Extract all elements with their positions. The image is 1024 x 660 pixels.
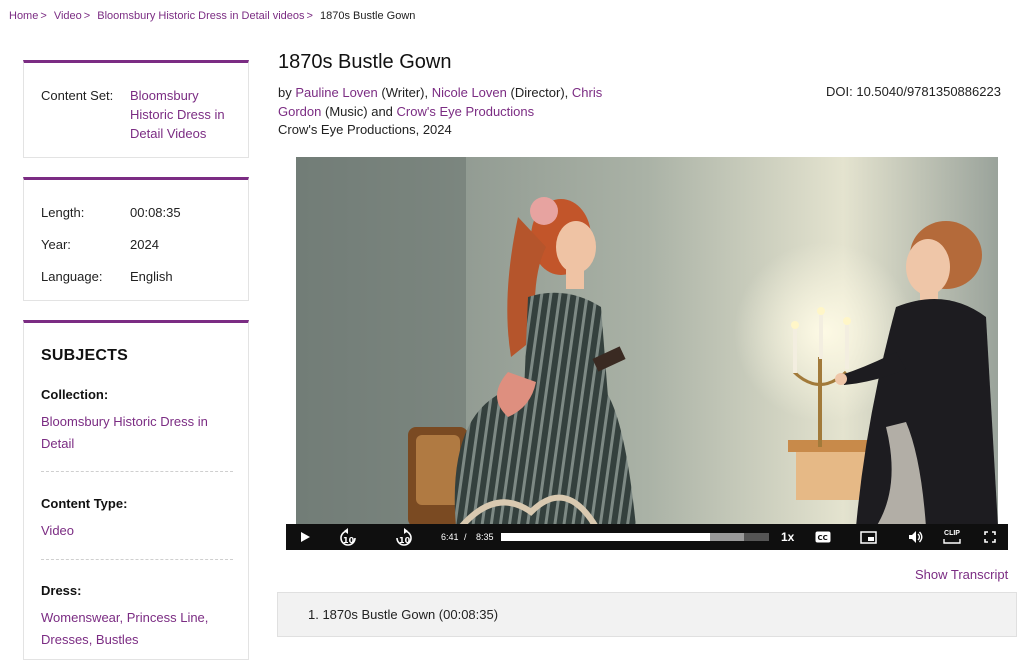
- captions-button[interactable]: CC: [814, 524, 832, 550]
- content-type-label: Content Type:: [41, 496, 128, 511]
- progress-track[interactable]: [501, 533, 769, 541]
- content-set-link[interactable]: Bloomsbury Historic Dress in Detail Vide…: [130, 86, 242, 143]
- language-label: Language:: [41, 269, 103, 284]
- dress-link-bustles[interactable]: Bustles: [96, 632, 139, 647]
- play-button[interactable]: [294, 524, 316, 550]
- year-label: Year:: [41, 237, 71, 252]
- fullscreen-button[interactable]: [982, 524, 998, 550]
- closed-captions-icon: CC: [815, 531, 831, 543]
- current-time: 6:41: [441, 532, 459, 542]
- volume-button[interactable]: [906, 524, 926, 550]
- video-frame: [296, 157, 998, 527]
- video-controls: 10 10 6:41 / 8:35 1x CC CLIP: [286, 524, 1008, 550]
- volume-icon: [909, 531, 923, 543]
- contributor-link-writer[interactable]: Pauline Loven: [295, 85, 377, 100]
- svg-text:10: 10: [399, 536, 411, 545]
- playback-speed-button[interactable]: 1x: [781, 524, 794, 550]
- picture-in-picture-icon: [859, 530, 877, 544]
- breadcrumb-separator: >: [40, 10, 47, 22]
- svg-text:10: 10: [343, 536, 355, 545]
- details-card: Length: 00:08:35 Year: 2024 Language: En…: [23, 177, 249, 301]
- breadcrumb-videos-collection[interactable]: Bloomsbury Historic Dress in Detail vide…: [97, 10, 304, 22]
- chapter-item[interactable]: 1. 1870s Bustle Gown (00:08:35): [308, 607, 498, 622]
- collection-label: Collection:: [41, 387, 109, 402]
- played-bar: [501, 533, 710, 541]
- content-type-link[interactable]: Video: [41, 520, 231, 542]
- contributor-link-director[interactable]: Nicole Loven: [432, 85, 507, 100]
- forward-10-icon: 10: [396, 528, 412, 546]
- dress-link-womenswear[interactable]: Womenswear: [41, 610, 120, 625]
- breadcrumb-current: 1870s Bustle Gown: [320, 10, 416, 22]
- contributor-role: (Director),: [510, 85, 569, 100]
- contributor-role: (Music) and: [325, 103, 393, 119]
- chapter-list: 1. 1870s Bustle Gown (00:08:35): [277, 592, 1017, 637]
- breadcrumb-separator: >: [83, 10, 91, 22]
- language-value: English: [130, 269, 173, 284]
- clip-label: CLIP: [944, 530, 960, 537]
- rewind-10-icon: 10: [340, 528, 356, 546]
- contributor-link-production[interactable]: Crow's Eye Productions: [397, 104, 535, 119]
- forward-10-button[interactable]: 10: [392, 524, 416, 550]
- breadcrumb: Home > Video > Bloomsbury Historic Dress i…: [9, 10, 415, 22]
- breadcrumb-video[interactable]: Video: [54, 10, 82, 22]
- subjects-heading: SUBJECTS: [41, 347, 128, 364]
- rewind-10-button[interactable]: 10: [336, 524, 360, 550]
- length-value: 00:08:35: [130, 205, 181, 220]
- breadcrumb-home[interactable]: Home: [9, 10, 38, 22]
- picture-in-picture-button[interactable]: [858, 524, 878, 550]
- doi: DOI: 10.5040/9781350886223: [826, 84, 1001, 99]
- play-icon: [301, 532, 310, 542]
- year-value: 2024: [130, 237, 159, 252]
- show-transcript-link[interactable]: Show Transcript: [915, 567, 1008, 582]
- publisher-info: Crow's Eye Productions, 2024: [278, 122, 452, 137]
- video-player[interactable]: [296, 157, 998, 527]
- page-title: 1870s Bustle Gown: [278, 51, 452, 73]
- fullscreen-icon: [984, 531, 996, 543]
- subjects-card: SUBJECTS Collection: Bloomsbury Historic…: [23, 320, 249, 660]
- dress-label: Dress:: [41, 583, 82, 598]
- content-set-label: Content Set:: [41, 88, 114, 103]
- collection-link[interactable]: Bloomsbury Historic Dress in Detail: [41, 411, 231, 455]
- dress-links: Womenswear, Princess Line, Dresses, Bust…: [41, 610, 209, 647]
- breadcrumb-separator: >: [306, 10, 313, 22]
- time-separator: /: [464, 532, 467, 542]
- clip-bracket-icon: [943, 539, 961, 544]
- clip-button[interactable]: CLIP: [940, 524, 964, 550]
- duration: 8:35: [476, 532, 494, 542]
- byline: by Pauline Loven (Writer), Nicole Loven …: [278, 84, 628, 121]
- divider: [41, 559, 233, 560]
- svg-text:CC: CC: [818, 534, 828, 542]
- byline-prefix: by: [278, 85, 292, 100]
- divider: [41, 471, 233, 472]
- length-label: Length:: [41, 205, 85, 220]
- contributor-role: (Writer),: [381, 85, 429, 100]
- dress-link-dresses[interactable]: Dresses: [41, 632, 89, 647]
- content-set-card: Content Set: Bloomsbury Historic Dress i…: [23, 60, 249, 158]
- dress-link-princess-line[interactable]: Princess Line: [127, 610, 205, 625]
